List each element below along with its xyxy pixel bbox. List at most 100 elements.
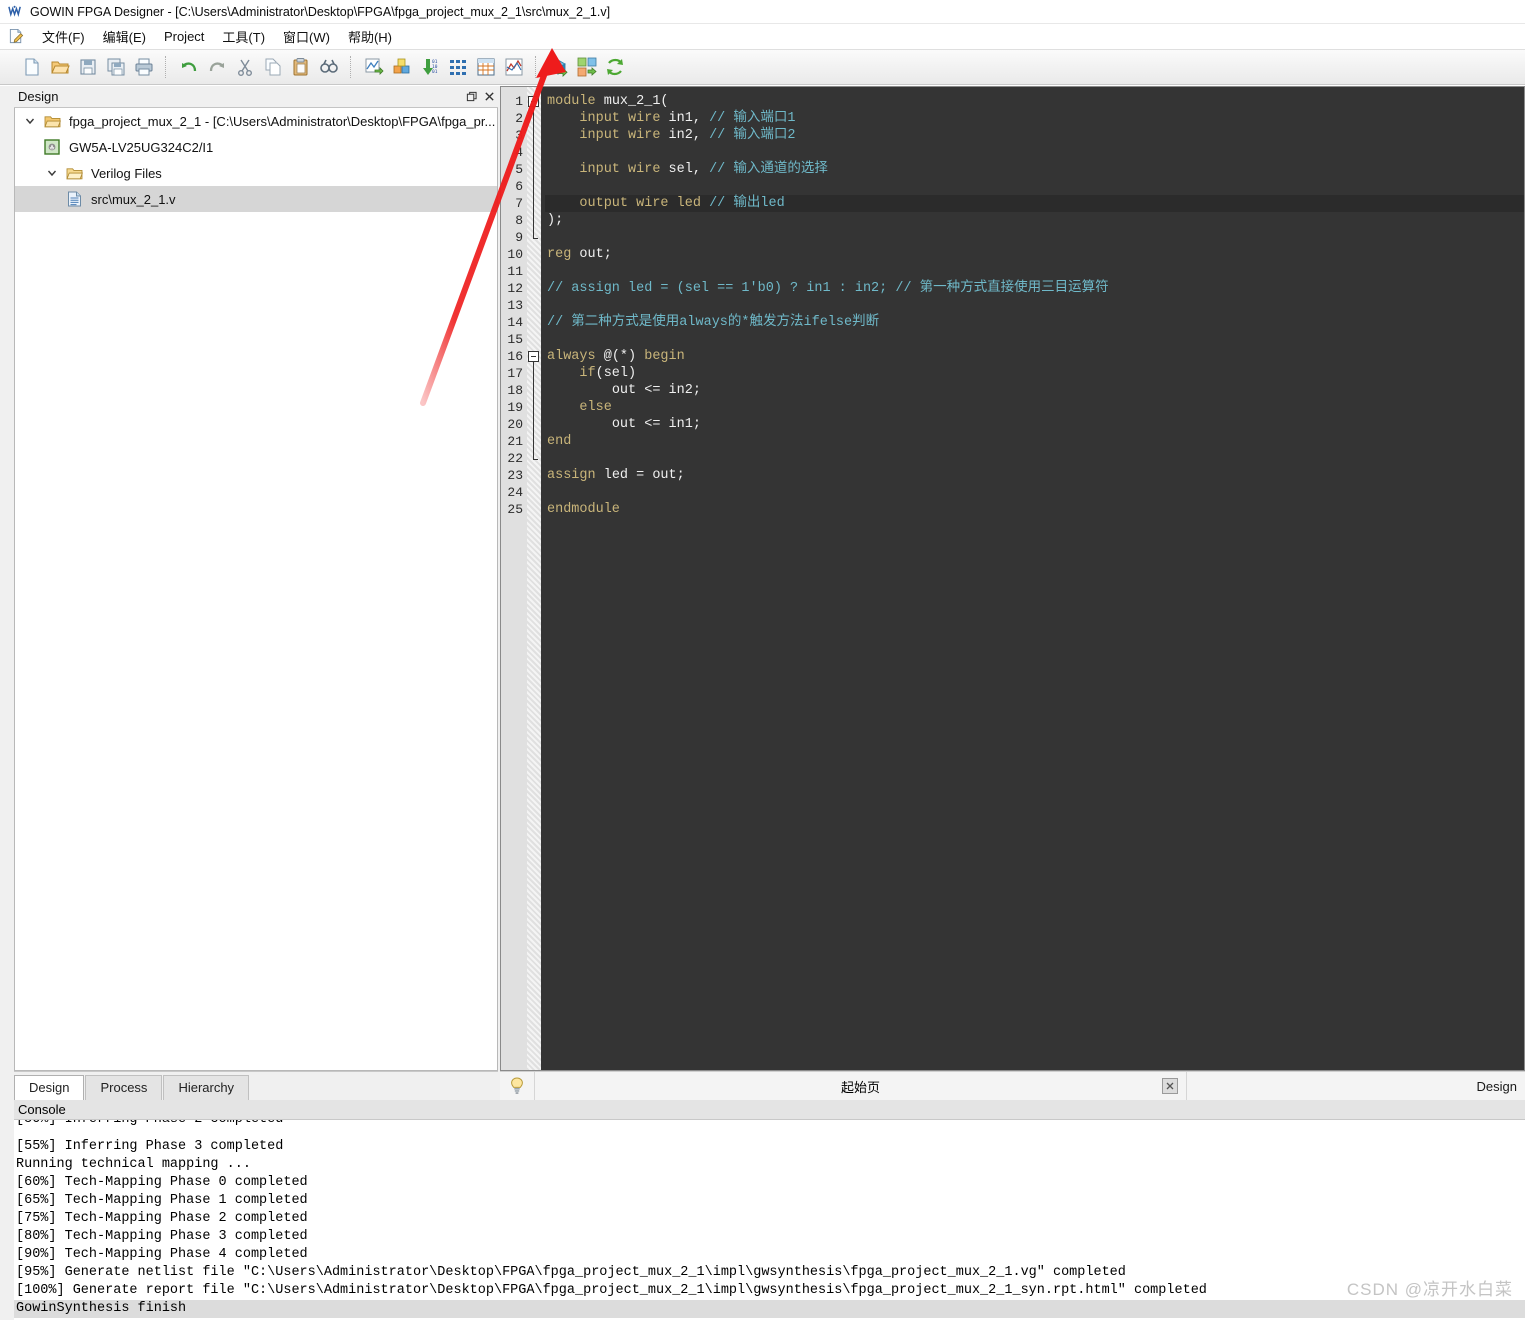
line-number: 9	[515, 230, 523, 245]
code-line[interactable]: assign led = out;	[545, 467, 1524, 484]
folder-icon	[63, 166, 85, 181]
editor-tab-start-page[interactable]: 起始页	[535, 1072, 1187, 1100]
menu-item-help-label: 帮助(H)	[347, 30, 393, 45]
code-line[interactable]: reg out;	[545, 246, 1524, 263]
code-line[interactable]: input wire in1, // 输入端口1	[545, 110, 1524, 127]
code-line[interactable]: );	[545, 212, 1524, 229]
code-token: sel,	[668, 162, 701, 177]
tab-design[interactable]: Design	[14, 1075, 85, 1100]
menu-item-window[interactable]: 窗口(W)	[274, 25, 339, 48]
code-line[interactable]: out <= in2;	[545, 382, 1524, 399]
window-title: GOWIN FPGA Designer - [C:\Users\Administ…	[30, 4, 611, 19]
fold-toggle-icon[interactable]	[528, 351, 539, 362]
close-icon[interactable]	[480, 89, 498, 105]
code-token: input	[579, 111, 620, 126]
design-tree[interactable]: fpga_project_mux_2_1 - [C:\Users\Adminis…	[14, 108, 498, 1071]
code-folding-column[interactable]	[527, 87, 541, 1070]
menu-item-tools[interactable]: 工具(T)	[213, 25, 274, 48]
run-all-icon[interactable]	[573, 53, 601, 81]
code-line[interactable]: else	[545, 399, 1524, 416]
tree-item-verilog-files[interactable]: Verilog Files	[15, 160, 497, 186]
chevron-down-icon[interactable]	[19, 116, 41, 126]
menu-item-project[interactable]: Project	[155, 27, 213, 46]
svg-text:01: 01	[432, 69, 438, 75]
tree-item-project-label: fpga_project_mux_2_1 - [C:\Users\Adminis…	[69, 113, 496, 129]
tab-hierarchy[interactable]: Hierarchy	[163, 1075, 250, 1100]
menu-item-window-label: 窗口(W)	[283, 30, 330, 45]
tree-item-device[interactable]: GW5A-LV25UG324C2/I1	[15, 134, 497, 160]
run-synthesis-icon[interactable]	[545, 53, 573, 81]
floorplanner-icon[interactable]	[444, 53, 472, 81]
undo-icon[interactable]	[175, 53, 203, 81]
code-line[interactable]	[545, 450, 1524, 467]
tree-item-source-file[interactable]: src\mux_2_1.v	[15, 186, 497, 212]
verilog-file-icon	[63, 191, 85, 207]
code-line[interactable]	[545, 331, 1524, 348]
line-number: 12	[507, 281, 523, 296]
synthesize-icon[interactable]	[360, 53, 388, 81]
chip-icon	[41, 139, 63, 155]
toolbar: 01 10 01	[0, 50, 1525, 85]
new-file-icon[interactable]	[18, 53, 46, 81]
code-text-area[interactable]: module mux_2_1( input wire in1, // 输入端口1…	[541, 87, 1524, 1070]
console-line: [75%] Tech-Mapping Phase 2 completed	[16, 1211, 308, 1226]
chevron-down-icon[interactable]	[41, 168, 63, 178]
tree-item-project[interactable]: fpga_project_mux_2_1 - [C:\Users\Adminis…	[15, 108, 497, 134]
place-route-icon[interactable]	[388, 53, 416, 81]
fold-toggle-icon[interactable]	[528, 96, 539, 107]
code-token: out;	[579, 247, 612, 262]
code-token: out <= in2;	[611, 383, 701, 398]
menu-item-edit[interactable]: 编辑(E)	[94, 25, 155, 48]
restore-icon[interactable]	[462, 89, 480, 105]
code-line[interactable]: // assign led = (sel == 1'b0) ? in1 : in…	[545, 280, 1524, 297]
toolbar-separator	[350, 56, 353, 78]
menu-item-help[interactable]: 帮助(H)	[339, 25, 401, 48]
program-device-icon[interactable]: 01 10 01	[416, 53, 444, 81]
code-token: assign	[547, 468, 596, 483]
tree-item-device-label: GW5A-LV25UG324C2/I1	[69, 139, 214, 155]
find-icon[interactable]	[315, 53, 343, 81]
tab-process[interactable]: Process	[85, 1075, 163, 1100]
save-icon[interactable]	[74, 53, 102, 81]
code-token: (sel)	[595, 366, 637, 381]
timing-constraints-icon[interactable]	[472, 53, 500, 81]
paste-icon[interactable]	[287, 53, 315, 81]
code-editor[interactable]: 1 2 3 4 5 6 7 8 9 10 11 12 13 14 15 16 17 18 19 20 21 22 23 24 2…	[500, 86, 1525, 1071]
code-line[interactable]	[545, 297, 1524, 314]
code-line[interactable]: module mux_2_1(	[545, 93, 1524, 110]
copy-icon[interactable]	[259, 53, 287, 81]
print-icon[interactable]	[130, 53, 158, 81]
code-line[interactable]: endmodule	[545, 501, 1524, 518]
save-all-icon[interactable]	[102, 53, 130, 81]
line-number: 18	[507, 383, 523, 398]
code-line[interactable]: output wire led // 输出led	[545, 195, 1524, 212]
rerun-icon[interactable]	[601, 53, 629, 81]
timing-analysis-icon[interactable]	[500, 53, 528, 81]
cut-icon[interactable]	[231, 53, 259, 81]
design-dock-tabs: Design Process Hierarchy	[14, 1071, 498, 1100]
console-output[interactable]: [50%] Inferring Phase 2 completed [55%] I…	[14, 1120, 1525, 1320]
code-line[interactable]	[545, 484, 1524, 501]
lightbulb-icon[interactable]	[500, 1072, 535, 1100]
line-number-gutter: 1 2 3 4 5 6 7 8 9 10 11 12 13 14 15 16 17 18 19 20 21 22 23 24 2…	[501, 87, 527, 1070]
menu-bar: 文件(F) 编辑(E) Project 工具(T) 窗口(W) 帮助(H)	[0, 24, 1525, 50]
code-line[interactable]: input wire sel, // 输入通道的选择	[545, 161, 1524, 178]
code-line[interactable]	[545, 144, 1524, 161]
code-token: // 第二种方式是使用always的*触发方法ifelse判断	[547, 315, 880, 330]
code-line[interactable]	[545, 229, 1524, 246]
code-line[interactable]: // 第二种方式是使用always的*触发方法ifelse判断	[545, 314, 1524, 331]
close-tab-icon[interactable]	[1162, 1078, 1178, 1094]
code-line[interactable]: out <= in1;	[545, 416, 1524, 433]
code-line[interactable]: if(sel)	[545, 365, 1524, 382]
menu-item-file[interactable]: 文件(F)	[33, 25, 94, 48]
code-line[interactable]	[545, 178, 1524, 195]
code-line[interactable]	[545, 263, 1524, 280]
code-line[interactable]: end	[545, 433, 1524, 450]
code-line[interactable]: always @(*) begin	[545, 348, 1524, 365]
redo-icon[interactable]	[203, 53, 231, 81]
open-folder-icon[interactable]	[46, 53, 74, 81]
code-line[interactable]: input wire in2, // 输入端口2	[545, 127, 1524, 144]
